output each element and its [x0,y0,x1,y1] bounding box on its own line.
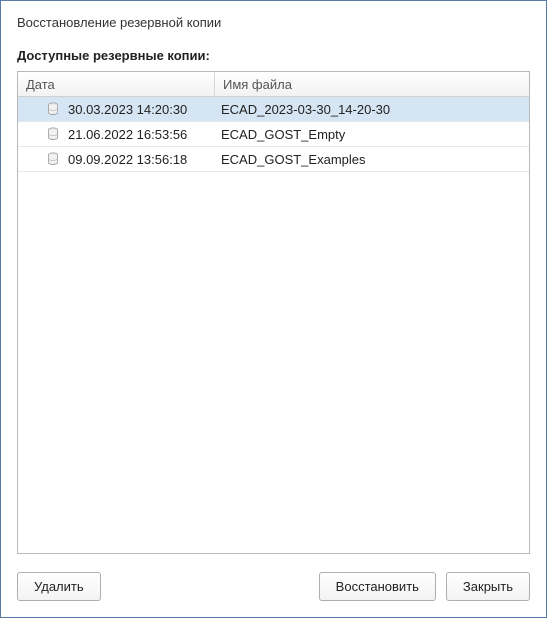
cell-file: ECAD_2023-03-30_14-20-30 [215,97,529,121]
dialog-title: Восстановление резервной копии [17,15,530,30]
cell-date: 30.03.2023 14:20:30 [18,97,215,121]
restore-button[interactable]: Восстановить [319,572,436,601]
cell-file: ECAD_GOST_Examples [215,147,529,171]
file-text: ECAD_GOST_Empty [221,127,345,142]
delete-button[interactable]: Удалить [17,572,101,601]
file-text: ECAD_GOST_Examples [221,152,366,167]
column-header-file[interactable]: Имя файла [215,72,529,96]
database-icon [46,102,60,116]
table-header: Дата Имя файла [18,72,529,97]
cell-date: 21.06.2022 16:53:56 [18,122,215,146]
table-row[interactable]: 30.03.2023 14:20:30 ECAD_2023-03-30_14-20… [18,97,529,122]
button-bar: Удалить Восстановить Закрыть [17,572,530,601]
date-text: 09.09.2022 13:56:18 [68,152,187,167]
file-text: ECAD_2023-03-30_14-20-30 [221,102,390,117]
database-icon [46,152,60,166]
cell-file: ECAD_GOST_Empty [215,122,529,146]
cell-date: 09.09.2022 13:56:18 [18,147,215,171]
section-label: Доступные резервные копии: [17,48,530,63]
restore-backup-dialog: Восстановление резервной копии Доступные… [0,0,547,618]
table-body: 30.03.2023 14:20:30 ECAD_2023-03-30_14-20… [18,97,529,553]
column-header-date[interactable]: Дата [18,72,215,96]
backup-table: Дата Имя файла 30.03.2023 14:20:30 ECAD_2… [17,71,530,554]
table-row[interactable]: 21.06.2022 16:53:56 ECAD_GOST_Empty [18,122,529,147]
date-text: 21.06.2022 16:53:56 [68,127,187,142]
table-row[interactable]: 09.09.2022 13:56:18 ECAD_GOST_Examples [18,147,529,172]
database-icon [46,127,60,141]
date-text: 30.03.2023 14:20:30 [68,102,187,117]
close-button[interactable]: Закрыть [446,572,530,601]
